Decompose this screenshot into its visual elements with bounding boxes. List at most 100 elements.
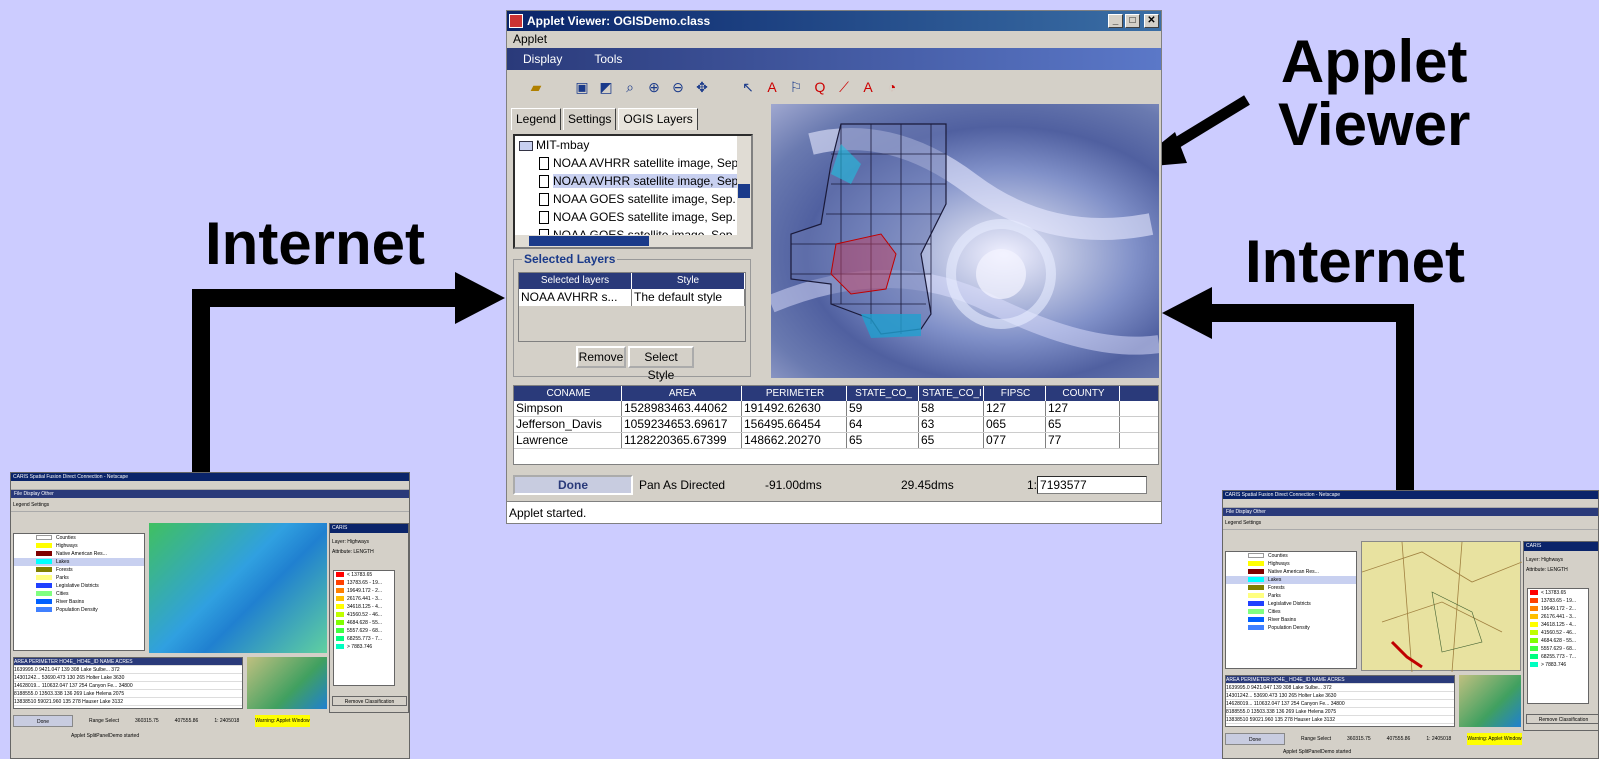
class-swatch [336,628,344,634]
legend-swatch [1248,585,1264,591]
table-row[interactable]: 13838510 59021.960 135 278 Hauser Lake 3… [1226,716,1454,724]
class-row: 5557.629 - 68... [334,627,394,635]
open-folder-icon[interactable]: ▰ [527,78,545,96]
table-row[interactable]: NOAA AVHRR s... The default style [519,289,745,306]
tree-root[interactable]: MIT-mbay [515,136,751,154]
mini-overview-map [247,657,327,709]
print-icon[interactable]: ▣ [573,78,591,96]
table-row[interactable]: Jefferson_Davis 1059234653.69617 156495.… [514,417,1158,433]
class-swatch [1530,614,1538,620]
internet-label-right: Internet [1245,228,1466,295]
mini-done-button[interactable]: Done [1225,733,1285,745]
feature-info-icon[interactable]: ⚐ [787,78,805,96]
table-row[interactable]: 14301242... 53690.473 130 265 Holter Lak… [14,674,242,682]
mini-menu: File Display Other [1223,508,1598,516]
maximize-icon[interactable]: □ [1125,14,1140,28]
refresh-icon[interactable]: ◩ [597,78,615,96]
label-icon[interactable]: A [763,78,781,96]
class-swatch [1530,598,1538,604]
classify-attribute: Attribute: LENGTH [332,549,374,555]
tree-item[interactable]: NOAA AVHRR satellite image, Sep. 2 [515,154,751,172]
remove-classification-button[interactable]: Remove Classification [332,696,407,706]
map-canvas [771,123,1159,355]
legend-swatch [36,551,52,557]
tree-item-selected[interactable]: NOAA AVHRR satellite image, Sep. 2 [515,172,751,190]
table-row[interactable]: 13838510 59021.960 135 278 Hauser Lake 3… [14,698,242,706]
table-row[interactable]: Lawrence 1128220365.67399 148662.20270 6… [514,433,1158,449]
tab-legend[interactable]: Legend [511,108,562,130]
select-style-button[interactable]: Select Style [628,346,694,382]
applet-warning: Warning: Applet Window [1467,733,1522,745]
tree-horizontal-scrollbar[interactable] [515,235,751,247]
menu-display[interactable]: Display [507,52,578,66]
window-titlebar: Applet Viewer: OGISDemo.class _ □ ✕ [507,11,1161,31]
class-swatch [1530,622,1538,628]
layers-panel: Legend Settings OGIS Layers MIT-mbay NOA… [507,104,757,384]
pan-icon[interactable]: ✥ [693,78,711,96]
mini-title: CARIS Spatial Fusion Direct Connection -… [1223,491,1598,499]
legend-swatch [1248,561,1264,567]
class-swatch [336,588,344,594]
legend-row: Population Density [14,606,144,614]
class-swatch [1530,638,1538,644]
mini-classification-panel: CARIS Layer: Highways Attribute: LENGTH … [329,523,409,713]
legend-swatch [1248,609,1264,615]
applet-warning: Warning: Applet Window [255,715,310,727]
color-icon[interactable]: ◔ [883,78,901,96]
toolbar: ▰ ▣ ◩ ⌕ ⊕ ⊖ ✥ ↖ A ⚐ Q ⟋ A ◔ [507,70,1161,104]
table-row[interactable]: 8188555.0 13503.338 136 269 Lake Helena … [1226,708,1454,716]
scale-prefix: 1: [1027,478,1038,492]
legend-row: Legislative Districts [14,582,144,590]
done-button[interactable]: Done [513,475,633,495]
selected-layers-header: Selected layers Style [519,273,745,289]
legend-swatch [36,543,52,549]
remove-classification-button[interactable]: Remove Classification [1526,714,1598,724]
table-row[interactable]: 14628019... 110632.047 137 254 Canyon Fe… [14,682,242,690]
minimize-icon[interactable]: _ [1108,14,1123,28]
document-icon [539,175,549,189]
table-row[interactable]: Simpson 1528983463.44062 191492.62630 59… [514,401,1158,417]
menu-tools[interactable]: Tools [578,52,638,66]
map-view[interactable] [771,104,1159,378]
right-arrow-head [1162,287,1212,339]
class-list: < 13783.65 13783.65 - 19... 19649.172 - … [333,570,395,686]
tab-settings[interactable]: Settings [563,108,617,130]
menu-applet[interactable]: Applet [509,32,551,46]
zoom-icon[interactable]: ⌕ [621,78,639,96]
close-icon[interactable]: ✕ [1144,14,1159,28]
tab-ogis-layers[interactable]: OGIS Layers [618,108,698,130]
legend-swatch [1248,569,1264,575]
zoom-out-icon[interactable]: ⊖ [669,78,687,96]
class-swatch [1530,590,1538,596]
class-swatch [1530,630,1538,636]
class-swatch [336,644,344,650]
mini-done-button[interactable]: Done [13,715,73,727]
legend-row: Cities [14,590,144,598]
table-row[interactable]: 1639995.0 9421.047 139 308 Lake Sulbe...… [1226,684,1454,692]
remove-button[interactable]: Remove [576,346,626,368]
table-row[interactable]: 1639995.0 9421.047 139 308 Lake Sulbe...… [14,666,242,674]
applet-viewer-window: Applet Viewer: OGISDemo.class _ □ ✕ Appl… [506,10,1162,524]
tree-item[interactable]: NOAA GOES satellite image, Sep. 26 [515,190,751,208]
legend-row: Native American Res... [1226,568,1356,576]
selected-layers-table: Selected layers Style NOAA AVHRR s... Th… [518,272,746,342]
table-row[interactable]: 8188555.0 13503.338 136 269 Lake Helena … [14,690,242,698]
class-row: 4684.628 - 55... [334,619,394,627]
class-row: < 13783.65 [334,571,394,579]
class-swatch [336,612,344,618]
legend-swatch [36,575,52,581]
state-outline [790,123,947,335]
table-row[interactable]: 14301242... 53690.473 130 265 Holter Lak… [1226,692,1454,700]
scale-input[interactable]: 7193577 [1037,476,1148,494]
tree-vertical-scrollbar[interactable] [737,136,751,247]
annotate-icon[interactable]: A [859,78,877,96]
zoom-in-icon[interactable]: ⊕ [645,78,663,96]
select-pointer-icon[interactable]: ↖ [739,78,757,96]
class-swatch [1530,646,1538,652]
table-row[interactable]: 14628019... 110632.047 137 254 Canyon Fe… [1226,700,1454,708]
query-icon[interactable]: Q [811,78,829,96]
measure-icon[interactable]: ⟋ [835,78,853,96]
class-row: 41560.52 - 46... [1528,629,1588,637]
legend-swatch [1248,625,1264,631]
tree-item[interactable]: NOAA GOES satellite image, Sep. 27 [515,208,751,226]
